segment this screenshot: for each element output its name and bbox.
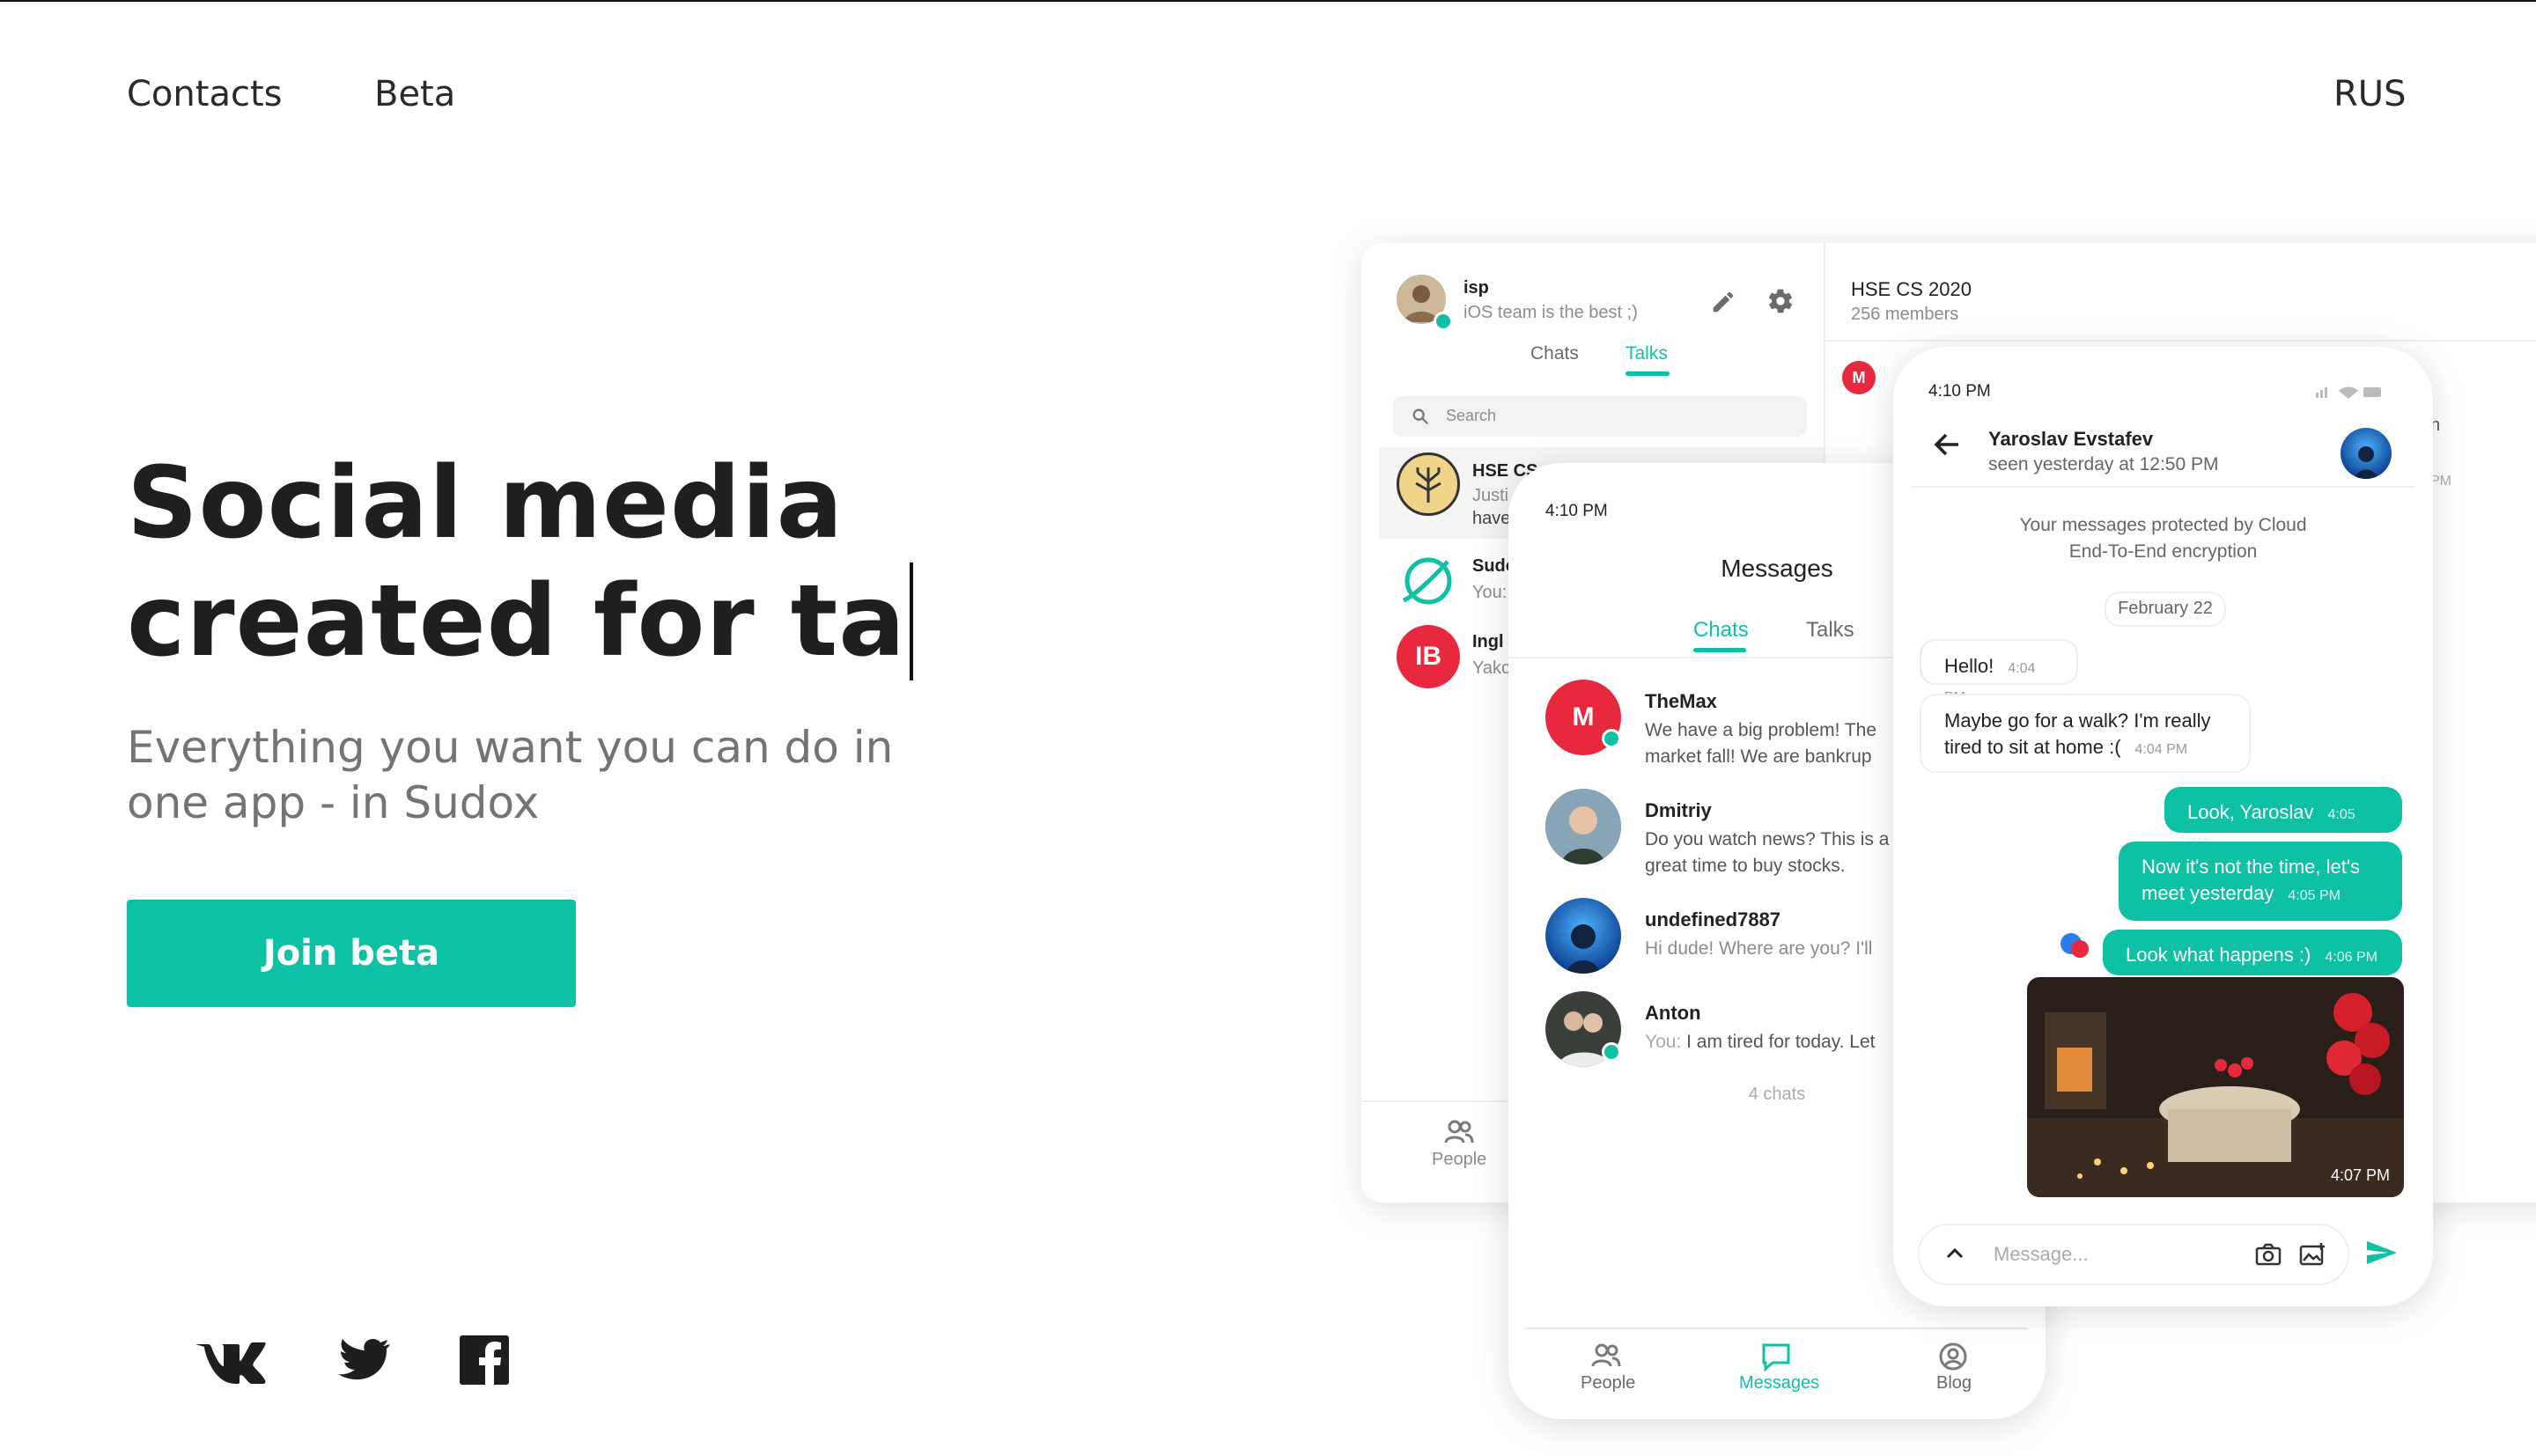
contact-last-seen: seen yesterday at 12:50 PM: [1988, 454, 2219, 474]
list-item-preview: Justi: [1472, 486, 1509, 505]
chat-name: Dmitriy: [1645, 799, 1712, 821]
message-time: 4:04 PM: [2134, 742, 2188, 757]
online-indicator: [1434, 312, 1453, 331]
reaction-avatars: [2060, 933, 2089, 958]
photo-time: 4:07 PM: [2330, 1166, 2390, 1184]
gallery-icon[interactable]: [2298, 1241, 2326, 1268]
message-bubble-outgoing[interactable]: Look, Yaroslav4:05 PM: [2164, 787, 2402, 851]
back-arrow-icon[interactable]: [1932, 431, 1962, 458]
blog-icon[interactable]: [1938, 1342, 1968, 1371]
bottom-nav-people[interactable]: People: [1432, 1150, 1486, 1170]
chat-preview: great time to buy stocks.: [1645, 856, 1846, 876]
search-input[interactable]: Search: [1393, 396, 1807, 437]
send-icon[interactable]: [2365, 1238, 2399, 1268]
bottom-nav-messages[interactable]: Messages: [1739, 1373, 1819, 1393]
tab-chats[interactable]: Chats: [1693, 618, 1749, 643]
pencil-icon[interactable]: [1710, 289, 1736, 315]
chat-preview: You: I am tired for today. Let: [1645, 1032, 1876, 1053]
message-bubble-outgoing[interactable]: Now it's not the time, let's meet yester…: [2119, 842, 2402, 921]
chat-avatar: [1545, 789, 1621, 864]
bottom-nav-blog[interactable]: Blog: [1936, 1373, 1972, 1393]
divider: [1526, 1327, 2028, 1329]
sudox-logo-icon: [1402, 557, 1452, 605]
message-bubble-incoming[interactable]: Maybe go for a walk? I'm really tired to…: [1920, 694, 2251, 773]
message-text: Look what happens :): [2126, 944, 2311, 966]
search-icon: [1412, 408, 1429, 425]
online-indicator: [1602, 1042, 1621, 1062]
top-border: [0, 0, 2536, 2]
gear-icon[interactable]: [1766, 287, 1795, 315]
list-item-preview: You:: [1472, 583, 1508, 602]
bottom-nav-people[interactable]: People: [1581, 1373, 1635, 1393]
camera-icon[interactable]: [2254, 1241, 2282, 1268]
hero-title-line2-text: created for ta: [127, 564, 906, 679]
message-time: 4:06 PM: [2325, 950, 2378, 965]
vk-icon[interactable]: [194, 1334, 268, 1390]
list-item-name: Ingl: [1472, 632, 1504, 651]
people-icon[interactable]: [1444, 1120, 1474, 1144]
hero-title-line1: Social media: [127, 446, 844, 561]
hero-title-line2: created for ta: [127, 563, 913, 680]
active-tab-indicator: [1693, 648, 1746, 652]
typing-cursor: [909, 563, 913, 680]
list-item-preview: Yako: [1472, 658, 1512, 678]
chat-name: Anton: [1645, 1002, 1701, 1024]
chat-name: TheMax: [1645, 690, 1717, 712]
user-status: iOS team is the best ;): [1463, 303, 1638, 322]
list-item-preview-line2: have: [1472, 509, 1511, 528]
messages-icon[interactable]: [1760, 1342, 1792, 1371]
message-input[interactable]: Message...: [1918, 1224, 2349, 1285]
phone-chat-preview: 4:10 PM Yaroslav Evstafev seen yesterday…: [1893, 347, 2433, 1306]
encryption-notice: Your messages protected by Cloud End-To-…: [2019, 515, 2307, 562]
hse-avatar: [1397, 452, 1460, 516]
list-item-avatar: IB: [1397, 625, 1460, 688]
twitter-icon[interactable]: [336, 1334, 393, 1390]
user-name: isp: [1463, 278, 1489, 298]
chat-members: 256 members: [1851, 305, 1959, 324]
people-icon[interactable]: [1591, 1343, 1621, 1368]
message-text: Look, Yaroslav: [2187, 801, 2314, 823]
tab-chats[interactable]: Chats: [1530, 343, 1579, 364]
date-chip: February 22: [2105, 592, 2226, 627]
chat-preview: Do you watch news? This is a: [1645, 829, 1890, 849]
chevron-up-icon[interactable]: [1944, 1245, 1965, 1262]
chat-preview: We have a big problem! The: [1645, 720, 1877, 740]
message-input-placeholder: Message...: [1994, 1243, 2089, 1265]
chat-name: undefined7887: [1645, 908, 1781, 930]
nav-beta-link[interactable]: Beta: [374, 74, 455, 114]
chat-preview: Hi dude! Where are you? I'll: [1645, 938, 1873, 959]
status-time: 4:10 PM: [1928, 382, 1991, 401]
message-text: Hello!: [1944, 655, 1994, 677]
nav-contacts-link[interactable]: Contacts: [127, 74, 282, 114]
divider: [1911, 486, 2415, 488]
dinner-photo: [2027, 977, 2404, 1197]
you-prefix: You:: [1645, 1032, 1682, 1052]
search-placeholder: Search: [1446, 407, 1497, 424]
message-bubble-outgoing[interactable]: Look what happens :) 4:06 PM: [2103, 930, 2402, 975]
contact-avatar[interactable]: [2341, 428, 2392, 479]
chat-title: HSE CS 2020: [1851, 278, 1972, 300]
chat-preview: market fall! We are bankrup: [1645, 746, 1872, 767]
date-label: February 22: [2118, 599, 2213, 618]
contact-name: Yaroslav Evstafev: [1988, 428, 2154, 450]
join-beta-button[interactable]: Join beta: [127, 900, 576, 1007]
online-indicator: [1602, 729, 1621, 748]
message-time-partial: PM: [2430, 474, 2451, 489]
active-tab-indicator: [1626, 371, 1670, 376]
message-time: 4:05 PM: [2288, 888, 2341, 903]
tab-talks[interactable]: Talks: [1806, 618, 1854, 643]
facebook-icon[interactable]: [458, 1334, 514, 1390]
chat-avatar: [1545, 898, 1621, 974]
chat-preview-text: I am tired for today. Let: [1686, 1032, 1876, 1052]
tab-talks[interactable]: Talks: [1626, 343, 1668, 364]
hero-subtitle: Everything you want you can do in one ap…: [127, 722, 894, 828]
message-bubble-incoming[interactable]: Hello!4:04 PM: [1920, 639, 2078, 705]
photo-message[interactable]: 4:07 PM: [2027, 977, 2404, 1197]
status-icons: [2316, 386, 2381, 399]
hero-title: Social media created for ta: [127, 445, 913, 680]
status-time: 4:10 PM: [1545, 502, 1608, 520]
divider: [1824, 340, 2536, 342]
message-avatar: M: [1842, 361, 1876, 394]
language-switch[interactable]: RUS: [2333, 74, 2406, 114]
